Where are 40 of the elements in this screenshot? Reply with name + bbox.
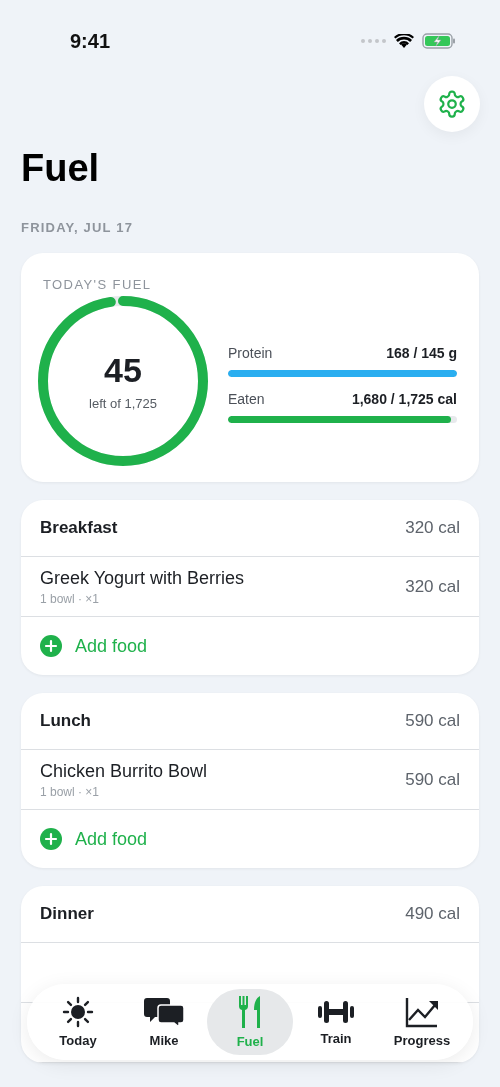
meal-name: Dinner <box>40 904 94 924</box>
dumbbell-icon <box>317 998 355 1026</box>
settings-button[interactable] <box>424 76 480 132</box>
bar-reading: 1,680 / 1,725 cal <box>351 391 457 407</box>
meal-name: Breakfast <box>40 518 118 538</box>
food-portion: 1 bowl · ×1 <box>40 784 101 799</box>
page-title: Fuel <box>21 146 101 190</box>
meal-name: Lunch <box>40 711 91 731</box>
food-row[interactable]: Chicken Burrito Bowl 1 bowl · ×1 590 cal <box>21 750 479 810</box>
plus-circle-icon <box>40 635 62 657</box>
bar-label: Protein <box>228 345 273 361</box>
tab[interactable]: Today <box>35 989 121 1055</box>
food-name: Chicken Burrito Bowl <box>40 760 208 782</box>
plus-circle-icon <box>40 828 62 850</box>
status-time: 9:41 <box>70 29 111 53</box>
fork-knife-icon <box>238 995 262 1029</box>
meal-total: 590 cal <box>405 711 460 731</box>
battery-icon <box>422 33 456 49</box>
settings-icon <box>437 89 467 119</box>
food-row[interactable]: Greek Yogurt with Berries 1 bowl · ×1 320 cal <box>21 557 479 617</box>
food-calories: 320 cal <box>405 576 460 597</box>
chat-bubbles-icon <box>143 996 185 1028</box>
bar-label: Eaten <box>228 391 265 407</box>
signal-icon <box>360 38 386 44</box>
sun-icon <box>62 996 94 1028</box>
meal-total: 320 cal <box>405 518 460 538</box>
trend-chart-icon <box>405 996 439 1028</box>
wifi-icon <box>394 33 414 49</box>
tab[interactable]: Train <box>293 989 379 1055</box>
meal-total: 490 cal <box>405 904 460 924</box>
tab[interactable]: Mike <box>121 989 207 1055</box>
ring-caption: left of 1,725 <box>89 396 157 411</box>
tab[interactable]: Progress <box>379 989 465 1055</box>
food-name: Greek Yogurt with Berries <box>40 567 245 589</box>
card-heading: TODAY'S FUEL <box>43 277 153 292</box>
food-portion: 1 bowl · ×1 <box>40 591 101 606</box>
date-label: FRIDAY, JUL 17 <box>21 220 135 235</box>
food-calories: 590 cal <box>405 769 460 790</box>
bar-reading: 168 / 145 g <box>386 345 457 361</box>
calories-left: 45 <box>104 351 142 390</box>
